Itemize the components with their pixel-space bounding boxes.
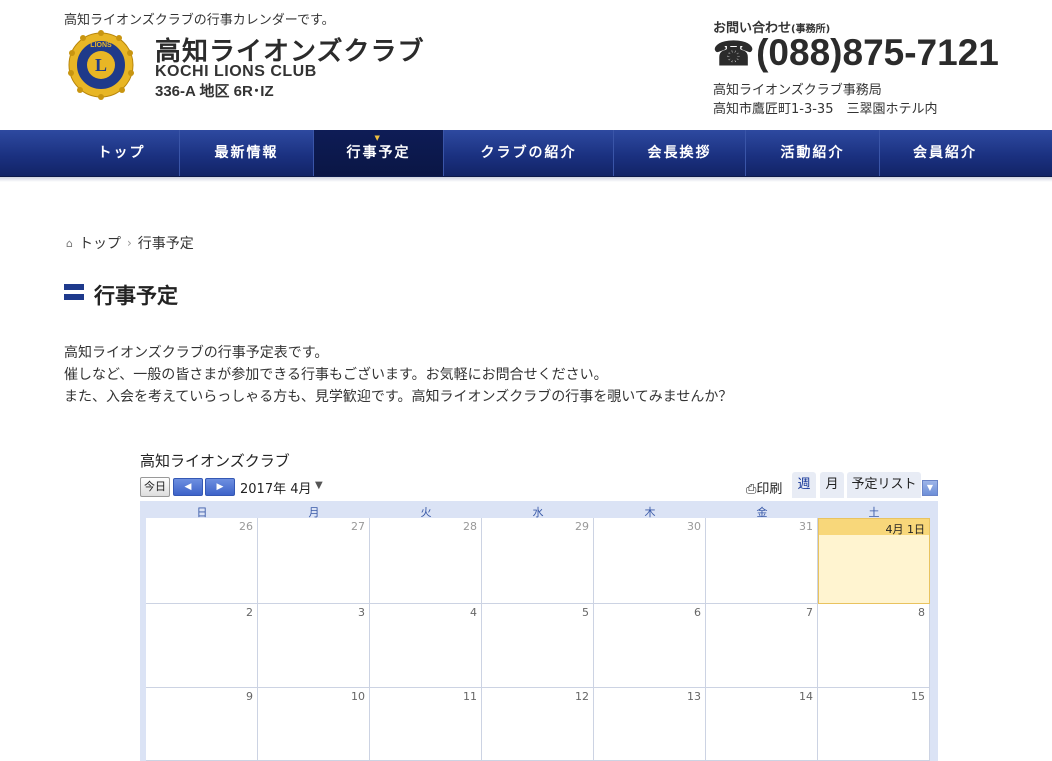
day-cell[interactable]: 8 xyxy=(818,604,930,688)
calendar-toolbar: 今日 ◀ ▶ 2017年 4月 ▼ ⎙印刷 週 月 予定リスト ▼ xyxy=(140,472,938,498)
nav-item-members[interactable]: 会員紹介 xyxy=(880,130,1010,176)
day-cell[interactable]: 14 xyxy=(706,688,818,761)
svg-text:LIONS: LIONS xyxy=(90,42,112,49)
phone-number: ☎(088)875-7121 xyxy=(713,32,999,73)
current-month-label[interactable]: 2017年 4月 xyxy=(240,478,312,497)
telephone-icon: ☎ xyxy=(713,35,755,72)
day-cell[interactable]: 6 xyxy=(594,604,706,688)
office-address: 高知市鷹匠町1-3-35 三翠園ホテル内 xyxy=(713,102,938,117)
site-subtitle: KOCHI LIONS CLUB xyxy=(155,63,317,80)
day-cell[interactable]: 31 xyxy=(706,518,818,604)
day-cell[interactable]: 29 xyxy=(482,518,594,604)
day-cell[interactable]: 4 xyxy=(370,604,482,688)
next-month-button[interactable]: ▶ xyxy=(205,478,235,496)
day-cell[interactable]: 27 xyxy=(258,518,370,604)
chevron-down-icon[interactable]: ▼ xyxy=(315,480,323,491)
heading-bar-icon xyxy=(64,284,84,300)
tab-month[interactable]: 月 xyxy=(820,472,844,498)
day-cell-today[interactable]: 4月 1日 xyxy=(818,518,930,604)
site-tagline: 高知ライオンズクラブの行事カレンダーです。 xyxy=(64,13,335,28)
nav-shadow xyxy=(0,177,1052,182)
day-cell[interactable]: 13 xyxy=(594,688,706,761)
intro-line: 催しなど、一般の皆さまが参加できる行事もございます。お気軽にお問合せください。 xyxy=(64,367,608,383)
day-cell[interactable]: 2 xyxy=(146,604,258,688)
day-cell[interactable]: 7 xyxy=(706,604,818,688)
day-cell[interactable]: 15 xyxy=(818,688,930,761)
breadcrumb-separator: › xyxy=(126,236,132,250)
nav-item-news[interactable]: 最新情報 xyxy=(180,130,314,176)
day-cell[interactable]: 11 xyxy=(370,688,482,761)
intro-line: 高知ライオンズクラブの行事予定表です。 xyxy=(64,345,329,361)
day-cell[interactable]: 28 xyxy=(370,518,482,604)
active-indicator-icon: ▼ xyxy=(374,134,380,142)
intro-text: 高知ライオンズクラブの行事予定表です。 催しなど、一般の皆さまが参加できる行事も… xyxy=(64,342,732,408)
nav-item-about[interactable]: クラブの紹介 xyxy=(444,130,614,176)
arrow-right-icon: ▶ xyxy=(216,482,224,492)
tab-week[interactable]: 週 xyxy=(792,472,816,498)
day-cell[interactable]: 30 xyxy=(594,518,706,604)
main-nav: トップ 最新情報 ▼ 行事予定 クラブの紹介 会長挨拶 活動紹介 会員紹介 xyxy=(0,130,1052,177)
calendar-frame: 日 月 火 水 木 金 土 26 27 28 29 30 31 4月 1日 2 … xyxy=(140,501,938,761)
weekday-header: 日 月 火 水 木 金 土 xyxy=(146,504,930,519)
home-icon: ⌂ xyxy=(66,236,73,250)
tab-agenda[interactable]: 予定リスト xyxy=(847,472,921,498)
nav-item-schedule[interactable]: ▼ 行事予定 xyxy=(314,130,444,176)
prev-month-button[interactable]: ◀ xyxy=(173,478,203,496)
nav-item-activities[interactable]: 活動紹介 xyxy=(746,130,880,176)
nav-item-top[interactable]: トップ xyxy=(64,130,180,176)
print-button[interactable]: ⎙印刷 xyxy=(746,478,782,497)
district-label: 336-A 地区 6R･IZ xyxy=(155,83,274,100)
page-title: 行事予定 xyxy=(94,284,178,308)
office-name: 高知ライオンズクラブ事務局 xyxy=(713,83,882,98)
day-cell[interactable]: 26 xyxy=(146,518,258,604)
printer-icon: ⎙ xyxy=(746,482,757,497)
calendar-title: 高知ライオンズクラブ xyxy=(140,452,290,470)
view-dropdown-button[interactable]: ▼ xyxy=(922,480,938,496)
arrow-left-icon: ◀ xyxy=(184,482,192,492)
intro-line: また、入会を考えていらっしゃる方も、見学歓迎です。高知ライオンズクラブの行事を覗… xyxy=(64,389,733,405)
day-cell[interactable]: 3 xyxy=(258,604,370,688)
lions-logo-icon[interactable]: L LIONS xyxy=(67,29,135,101)
breadcrumb-home-link[interactable]: トップ xyxy=(79,233,121,253)
svg-text:L: L xyxy=(95,55,107,75)
day-cell[interactable]: 12 xyxy=(482,688,594,761)
nav-item-greeting[interactable]: 会長挨拶 xyxy=(614,130,746,176)
day-cell[interactable]: 9 xyxy=(146,688,258,761)
today-button[interactable]: 今日 xyxy=(140,477,170,497)
breadcrumb-current: 行事予定 xyxy=(137,236,194,252)
calendar-grid: 26 27 28 29 30 31 4月 1日 2 3 4 5 6 7 8 9 … xyxy=(146,518,930,761)
day-cell[interactable]: 10 xyxy=(258,688,370,761)
breadcrumb: ⌂ トップ › 行事予定 xyxy=(66,233,194,253)
office-info: 高知ライオンズクラブ事務局 高知市鷹匠町1-3-35 三翠園ホテル内 xyxy=(713,81,937,119)
day-cell[interactable]: 5 xyxy=(482,604,594,688)
